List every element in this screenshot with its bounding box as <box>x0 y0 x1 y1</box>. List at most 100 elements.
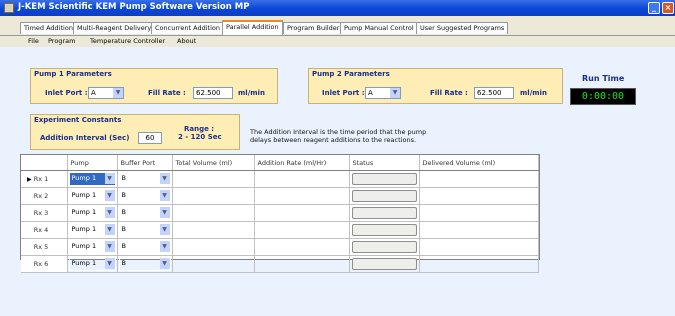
addition-interval-input[interactable]: 60 <box>138 132 162 144</box>
pump2-inlet-label: Inlet Port : <box>322 89 365 97</box>
buffer-port-dropdown[interactable]: B ▼ <box>118 189 171 203</box>
pump-value: Pump 1 <box>71 242 97 250</box>
status-cell[interactable] <box>349 170 420 188</box>
pump2-inlet-dropdown[interactable]: A ▼ <box>365 87 401 99</box>
status-button[interactable] <box>351 207 417 219</box>
column-header-total-volume[interactable]: Total Volume (ml) <box>172 155 255 171</box>
buffer-port-dropdown[interactable]: B ▼ <box>118 257 171 271</box>
range-label: Range : <box>184 125 215 133</box>
addition-rate-cell[interactable] <box>254 221 350 239</box>
row-header[interactable]: ▶ Rx 4 <box>21 221 68 239</box>
pump-dropdown[interactable]: Pump 1 ▼ <box>68 189 116 203</box>
addition-rate-cell[interactable] <box>254 255 350 273</box>
addition-rate-cell[interactable] <box>254 187 350 205</box>
port-cell[interactable]: B ▼ <box>117 170 173 188</box>
table-row[interactable]: ▶ Rx 6 Pump 1▼ B▼ <box>21 255 539 273</box>
total-volume-cell[interactable] <box>172 238 255 256</box>
tab-concurrent-addition[interactable]: Concurrent Addition <box>151 22 224 34</box>
status-button[interactable] <box>351 173 417 185</box>
status-cell[interactable] <box>349 204 420 222</box>
addition-interval-info: The Addition Interval is the time period… <box>250 128 427 144</box>
window-title: J-KEM Scientific KEM Pump Software Versi… <box>18 2 250 12</box>
table-row[interactable]: ▶ Rx 4 Pump 1▼ B▼ <box>21 221 539 239</box>
tab-timed-addition[interactable]: Timed Addition <box>20 22 77 34</box>
table-row[interactable]: ▶ Rx 5 Pump 1 ▼ B▼ <box>21 238 539 256</box>
pump1-fill-rate-input[interactable]: 62.500 <box>193 87 233 99</box>
column-header-buffer-port[interactable]: Buffer Port <box>117 155 173 171</box>
total-volume-cell[interactable] <box>172 204 255 222</box>
menu-temperature-controller[interactable]: Temperature Controller <box>90 37 165 45</box>
column-header-addition-rate[interactable]: Addition Rate (ml/Hr) <box>254 155 350 171</box>
menu-program[interactable]: Program <box>48 37 75 45</box>
port-cell[interactable]: B ▼ <box>117 187 173 205</box>
total-volume-cell[interactable] <box>172 255 255 273</box>
status-button[interactable] <box>351 224 417 236</box>
total-volume-cell[interactable] <box>172 221 255 239</box>
table-row[interactable]: ▶ Rx 2 Pump 1▼ B▼ <box>21 187 539 205</box>
row-header[interactable]: ▶ Rx 6 <box>21 255 68 273</box>
row-header[interactable]: ▶ Rx 2 <box>21 187 68 205</box>
reactions-grid: Pump Buffer Port Total Volume (ml) Addit… <box>20 154 540 273</box>
pump2-fill-rate-unit: ml/min <box>520 89 547 97</box>
pump-cell[interactable]: Pump 1 ▼ <box>67 204 118 222</box>
pump2-fill-rate-input[interactable]: 62.500 <box>474 87 514 99</box>
status-cell[interactable] <box>349 255 420 273</box>
tab-parallel-addition[interactable]: Parallel Addition <box>222 20 283 35</box>
pump1-inlet-dropdown[interactable]: A ▼ <box>88 87 124 99</box>
port-cell[interactable]: B ▼ <box>117 255 173 273</box>
pump2-fill-rate-label: Fill Rate : <box>430 89 468 97</box>
pump-dropdown[interactable]: Pump 1 ▼ <box>68 206 116 220</box>
port-cell[interactable]: B ▼ <box>117 238 173 256</box>
row-header[interactable]: ▶ Rx 3 <box>21 204 68 222</box>
addition-interval-label: Addition Interval (Sec) <box>40 134 130 142</box>
pump-cell[interactable]: Pump 1 ▼ <box>67 187 118 205</box>
pump-cell[interactable]: Pump 1 ▼ <box>67 221 118 239</box>
status-button[interactable] <box>351 241 417 253</box>
port-value: B <box>121 242 126 250</box>
pump-value: Pump 1 <box>71 191 97 199</box>
addition-rate-cell[interactable] <box>254 238 350 256</box>
pump-dropdown[interactable]: Pump 1 ▼ <box>68 257 116 271</box>
port-cell[interactable]: B ▼ <box>117 204 173 222</box>
total-volume-cell[interactable] <box>172 187 255 205</box>
buffer-port-dropdown[interactable]: B ▼ <box>118 206 171 220</box>
buffer-port-dropdown[interactable]: B ▼ <box>118 240 171 254</box>
minimize-button[interactable]: _ <box>648 2 660 14</box>
pump1-inlet-label: Inlet Port : <box>45 89 88 97</box>
delivered-volume-cell <box>419 221 539 239</box>
menu-about[interactable]: About <box>177 37 196 45</box>
row-header[interactable]: ▶ Rx 5 <box>21 238 68 256</box>
table-row[interactable]: ▶ Rx 1 Pump 1 ▼ B ▼ <box>21 170 539 188</box>
column-header-delivered-volume[interactable]: Delivered Volume (ml) <box>419 155 539 171</box>
status-button[interactable] <box>351 190 417 202</box>
table-row[interactable]: ▶ Rx 3 Pump 1▼ B▼ <box>21 204 539 222</box>
pump-cell[interactable]: Pump 1 ▼ <box>67 238 118 256</box>
pump-dropdown[interactable]: Pump 1 ▼ <box>68 223 116 237</box>
pump-cell[interactable]: Pump 1 ▼ <box>67 255 118 273</box>
port-cell[interactable]: B ▼ <box>117 221 173 239</box>
tab-multi-reagent-delivery[interactable]: Multi-Reagent Delivery <box>73 22 156 34</box>
chevron-down-icon: ▼ <box>104 241 115 252</box>
addition-rate-cell[interactable] <box>254 170 350 188</box>
tab-program-builder[interactable]: Program Builder <box>283 22 344 34</box>
status-cell[interactable] <box>349 221 420 239</box>
buffer-port-dropdown[interactable]: B ▼ <box>118 172 171 186</box>
pump-dropdown[interactable]: Pump 1 ▼ <box>68 172 116 186</box>
tab-pump-manual-control[interactable]: Pump Manual Control <box>340 22 418 34</box>
buffer-port-dropdown[interactable]: B ▼ <box>118 223 171 237</box>
column-header-pump[interactable]: Pump <box>67 155 118 171</box>
total-volume-cell[interactable] <box>172 170 255 188</box>
tab-user-suggested-programs[interactable]: User Suggested Programs <box>416 22 509 34</box>
pump-cell[interactable]: Pump 1 ▼ <box>67 170 118 188</box>
status-button[interactable] <box>351 258 417 270</box>
menu-file[interactable]: File <box>28 37 39 45</box>
addition-rate-cell[interactable] <box>254 204 350 222</box>
status-cell[interactable] <box>349 238 420 256</box>
column-header-status[interactable]: Status <box>349 155 420 171</box>
port-value: B <box>121 174 126 182</box>
status-cell[interactable] <box>349 187 420 205</box>
close-button[interactable]: × <box>662 2 674 14</box>
pump-value: Pump 1 <box>71 174 97 182</box>
row-header[interactable]: ▶ Rx 1 <box>21 170 68 188</box>
pump-dropdown[interactable]: Pump 1 ▼ <box>68 240 116 254</box>
